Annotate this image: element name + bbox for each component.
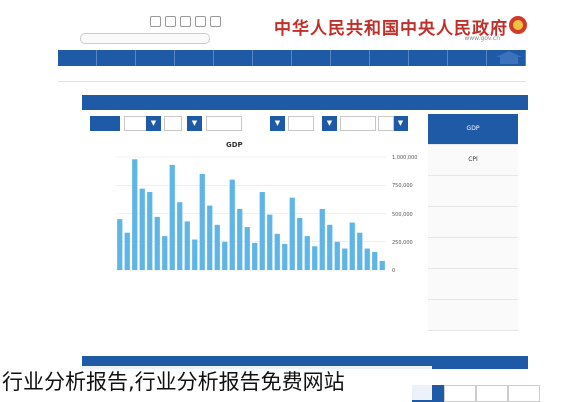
gdp-bar[interactable] — [342, 248, 348, 270]
gdp-bar[interactable] — [199, 173, 205, 270]
nav-item[interactable] — [214, 50, 253, 66]
sidebar-item-cpi[interactable]: CPI — [428, 145, 518, 176]
weibo-icon[interactable] — [165, 16, 176, 27]
gdp-bar[interactable] — [222, 241, 228, 270]
end-year-select[interactable] — [206, 116, 242, 131]
nav-item[interactable] — [370, 50, 409, 66]
top-icons — [150, 16, 221, 27]
gdp-bar[interactable] — [177, 202, 183, 270]
chevron-down-icon[interactable]: ▼ — [187, 116, 202, 131]
nav-item[interactable] — [175, 50, 214, 66]
gdp-bar[interactable] — [124, 232, 130, 270]
query-button[interactable] — [90, 116, 120, 131]
gdp-bar[interactable] — [207, 205, 213, 270]
gdp-bar[interactable] — [132, 159, 138, 270]
nav-decoration-icon — [496, 51, 522, 64]
sidebar-item[interactable] — [428, 207, 518, 238]
gdp-bar[interactable] — [252, 242, 258, 270]
gdp-bar[interactable] — [244, 227, 250, 270]
start-year-select[interactable] — [340, 116, 376, 131]
gdp-bar[interactable] — [117, 219, 123, 270]
main-nav — [58, 50, 526, 66]
y-tick-label: 500,000 — [392, 212, 413, 218]
gdp-bar[interactable] — [334, 241, 340, 270]
gdp-bar[interactable] — [192, 239, 198, 270]
nav-item[interactable] — [136, 50, 175, 66]
nav-item[interactable] — [409, 50, 448, 66]
gdp-bar[interactable] — [349, 222, 355, 270]
sidebar-item-label: CPI — [468, 156, 478, 163]
indicator-sidebar: GDP CPI — [428, 114, 518, 331]
nav-item[interactable] — [253, 50, 292, 66]
nav-item[interactable] — [448, 50, 487, 66]
gdp-bar[interactable] — [237, 208, 243, 270]
sidebar-item-label: GDP — [466, 125, 480, 132]
gdp-bar[interactable] — [214, 224, 220, 270]
chevron-down-icon[interactable]: ▼ — [270, 116, 285, 131]
chevron-down-icon[interactable]: ▼ — [322, 116, 337, 131]
tab[interactable] — [476, 385, 508, 402]
wechat-icon[interactable] — [150, 16, 161, 27]
gdp-bar[interactable] — [162, 236, 168, 270]
chevron-down-icon[interactable]: ▼ — [146, 116, 161, 131]
gdp-bar[interactable] — [372, 251, 378, 270]
y-tick-label: 750,000 — [392, 183, 413, 189]
y-tick-label: 250,000 — [392, 240, 413, 246]
nav-item[interactable] — [331, 50, 370, 66]
gdp-bar[interactable] — [229, 179, 235, 270]
end-period-select[interactable] — [164, 116, 182, 131]
national-emblem-icon — [509, 16, 527, 34]
sidebar-item-gdp[interactable]: GDP — [428, 114, 518, 145]
gdp-bar[interactable] — [139, 188, 145, 270]
y-tick-label: 0 — [392, 268, 396, 274]
site-domain: www.gov.cn — [464, 35, 500, 42]
divider — [58, 81, 526, 82]
search-input[interactable] — [80, 33, 210, 44]
period-type-select[interactable] — [124, 116, 148, 131]
tab[interactable] — [508, 385, 540, 402]
gdp-bar[interactable] — [289, 197, 295, 270]
gdp-bar[interactable] — [147, 192, 153, 270]
gdp-bar-chart — [116, 156, 386, 271]
gdp-bar[interactable] — [312, 246, 318, 270]
mobile-icon[interactable] — [180, 16, 191, 27]
nav-item[interactable] — [58, 50, 97, 66]
sidebar-item[interactable] — [428, 176, 518, 207]
start-period-select[interactable] — [288, 116, 314, 131]
gdp-bar[interactable] — [169, 164, 175, 270]
watermark-caption: 行业分析报告,行业分析报告免费网站 — [0, 366, 432, 400]
gdp-bar[interactable] — [154, 216, 160, 270]
mail-icon[interactable] — [210, 16, 221, 27]
chart-title: GDP — [226, 141, 243, 149]
sidebar-item[interactable] — [428, 269, 518, 300]
gdp-bar[interactable] — [184, 221, 190, 270]
gdp-bar[interactable] — [297, 218, 303, 270]
gdp-bar[interactable] — [379, 260, 385, 270]
panel-header — [82, 95, 528, 110]
chevron-down-icon[interactable]: ▼ — [393, 116, 408, 131]
rss-icon[interactable] — [195, 16, 206, 27]
gdp-bar[interactable] — [357, 232, 363, 270]
sidebar-item[interactable] — [428, 300, 518, 331]
y-tick-label: 1,000,000 — [392, 155, 418, 161]
gdp-bar[interactable] — [304, 236, 310, 270]
nav-item[interactable] — [97, 50, 136, 66]
tab[interactable] — [444, 385, 476, 402]
indicator-select[interactable] — [378, 116, 394, 131]
gdp-bar[interactable] — [267, 214, 273, 270]
nav-item[interactable] — [292, 50, 331, 66]
gdp-bar[interactable] — [327, 224, 333, 270]
sidebar-item[interactable] — [428, 238, 518, 269]
gdp-bar[interactable] — [259, 192, 265, 270]
gdp-bar[interactable] — [274, 233, 280, 270]
gdp-bar[interactable] — [364, 248, 370, 270]
gdp-bar[interactable] — [282, 244, 288, 270]
gdp-bar[interactable] — [319, 208, 325, 270]
